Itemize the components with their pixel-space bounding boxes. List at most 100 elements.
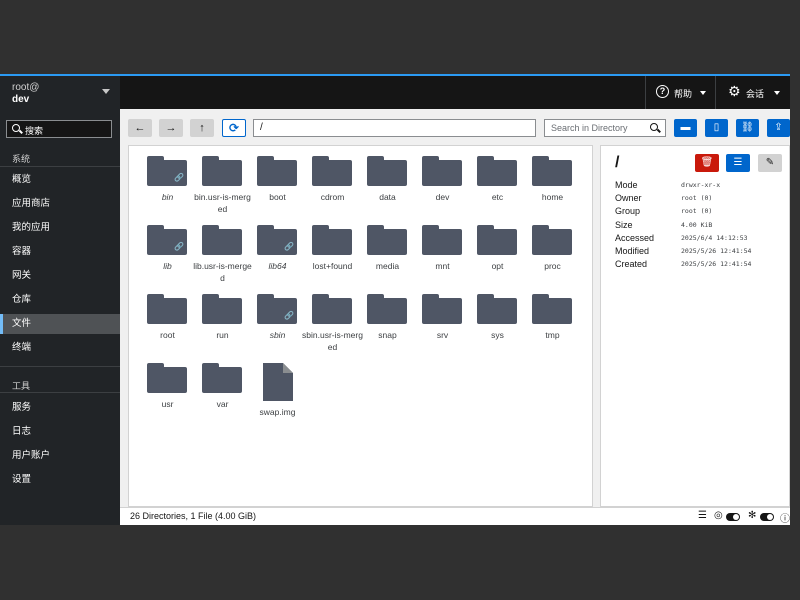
property-label: Size	[615, 219, 633, 230]
help-menu-button[interactable]: ? 帮助	[645, 76, 715, 109]
delete-button[interactable]: 🗑	[695, 154, 719, 172]
sidebar-item[interactable]: 概览	[0, 170, 120, 190]
chevron-down-icon	[102, 89, 110, 94]
folder-icon	[422, 225, 462, 255]
settings-toggle[interactable]	[760, 513, 774, 521]
show-hidden-toggle[interactable]	[726, 513, 740, 521]
refresh-icon: ⟳	[228, 121, 240, 135]
sidebar-search-input[interactable]: 搜索	[6, 120, 112, 138]
file-name: cdrom	[320, 192, 345, 202]
nav-divider	[0, 366, 120, 367]
upload-button[interactable]: ⇪	[767, 119, 790, 137]
sliders-icon: ☰	[733, 157, 743, 168]
file-name: lib.usr-is-merged	[193, 261, 252, 283]
file-name: var	[216, 399, 229, 409]
refresh-button[interactable]: ⟳	[222, 119, 246, 137]
folder-body	[532, 229, 572, 255]
property-label: Owner	[615, 193, 642, 204]
host-name: dev	[12, 94, 30, 105]
folder-body	[367, 298, 407, 324]
sidebar-item[interactable]: 应用商店	[0, 194, 120, 214]
file-name: swap.img	[259, 407, 296, 417]
search-icon	[650, 123, 658, 131]
folder-body	[202, 229, 242, 255]
property-value: root (0)	[681, 194, 713, 203]
sidebar-item[interactable]: 我的应用	[0, 218, 120, 238]
property-value: 2025/5/26 12:41:54	[681, 260, 752, 269]
property-label: Mode	[615, 180, 638, 190]
list-view-icon[interactable]: ☰	[698, 510, 707, 521]
folder-icon	[202, 363, 242, 393]
new-file-button[interactable]: ▯	[705, 119, 728, 137]
file-name: lib	[163, 261, 172, 271]
back-button[interactable]: ←	[128, 119, 152, 137]
folder-body	[422, 298, 462, 324]
folder-icon	[312, 225, 352, 255]
file-name: bin.usr-is-merged	[194, 192, 251, 214]
host-switcher[interactable]: root@ dev	[0, 76, 120, 112]
file-name: sbin.usr-is-merged	[302, 330, 363, 352]
folder-icon: 🔗	[147, 225, 187, 255]
sidebar-item[interactable]: 容器	[0, 242, 120, 262]
file-name: dev	[435, 192, 450, 202]
sidebar-item[interactable]: 仓库	[0, 290, 120, 310]
folder-icon	[257, 156, 297, 186]
directory-search-input[interactable]	[545, 120, 649, 136]
sidebar-item[interactable]: 网关	[0, 266, 120, 286]
folder-body	[257, 160, 297, 186]
folder-body	[202, 298, 242, 324]
folder-icon	[422, 156, 462, 186]
create-link-button[interactable]: ⛓	[736, 119, 759, 137]
file-name: root	[160, 330, 175, 340]
folder-icon: 🔗	[147, 156, 187, 186]
link-icon: 🔗	[284, 311, 294, 320]
folder-body	[367, 229, 407, 255]
details-panel: / 🗑 ☰ ✎ Mode drwxr-xr-x Owner root (0) Group…	[600, 145, 790, 507]
property-value: 2025/6/4 14:12:53	[681, 233, 748, 242]
folder-body	[202, 160, 242, 186]
sidebar: root@ dev 搜索 系统 概览 应用商店 我的应用 容器 网关 仓库 文件 终端 工具 …	[0, 76, 120, 525]
help-icon[interactable]: ⓘ	[780, 510, 790, 525]
sidebar-item[interactable]: 日志	[0, 422, 120, 442]
cockpit-window: root@ dev 搜索 系统 概览 应用商店 我的应用 容器 网关 仓库 文件 终端 工具 …	[0, 74, 790, 525]
folder-icon: ▬	[680, 122, 691, 133]
folder-body	[312, 160, 352, 186]
folder-icon	[477, 156, 517, 186]
nav-section-system: 系统	[12, 154, 31, 164]
upload-icon: ⇪	[774, 122, 783, 133]
sidebar-item[interactable]: 终端	[0, 338, 120, 358]
sidebar-item[interactable]: 文件	[0, 314, 120, 334]
sidebar-item[interactable]: 服务	[0, 398, 120, 418]
folder-body	[147, 298, 187, 324]
folder-body	[532, 160, 572, 186]
session-menu-button[interactable]: ⚙ 会话	[715, 76, 790, 109]
top-bar: ? 帮助 ⚙ 会话	[120, 76, 790, 109]
folder-body	[422, 229, 462, 255]
forward-button[interactable]: →	[159, 119, 183, 137]
folder-icon	[312, 156, 352, 186]
up-directory-button[interactable]: ↑	[190, 119, 214, 137]
nav-divider	[0, 166, 120, 167]
sidebar-item[interactable]: 设置	[0, 470, 120, 490]
chevron-down-icon	[700, 91, 706, 95]
edit-button[interactable]: ✎	[758, 154, 782, 172]
property-label: Accessed	[615, 232, 655, 243]
property-label: Group	[615, 206, 641, 217]
sidebar-item[interactable]: 用户账户	[0, 446, 120, 466]
folder-body	[532, 298, 572, 324]
folder-body	[147, 367, 187, 393]
property-value: drwxr-xr-x	[681, 181, 721, 189]
details-title: /	[615, 154, 620, 171]
directory-search[interactable]	[544, 119, 666, 137]
search-icon	[12, 124, 20, 132]
help-icon: ?	[656, 85, 669, 98]
file-browser: ← → ↑ ⟳ / ▬ ▯ ⛓ ⇪ 🔗 bin bin.usr-is-merged b…	[120, 109, 790, 525]
property-value: root (0)	[681, 207, 713, 216]
file-name: sys	[491, 330, 504, 340]
nav-divider	[0, 392, 120, 393]
new-folder-button[interactable]: ▬	[674, 119, 697, 137]
permissions-button[interactable]: ☰	[726, 154, 750, 172]
path-input[interactable]: /	[253, 119, 536, 137]
file-name: lib64	[268, 261, 287, 271]
file-name: run	[216, 330, 229, 340]
